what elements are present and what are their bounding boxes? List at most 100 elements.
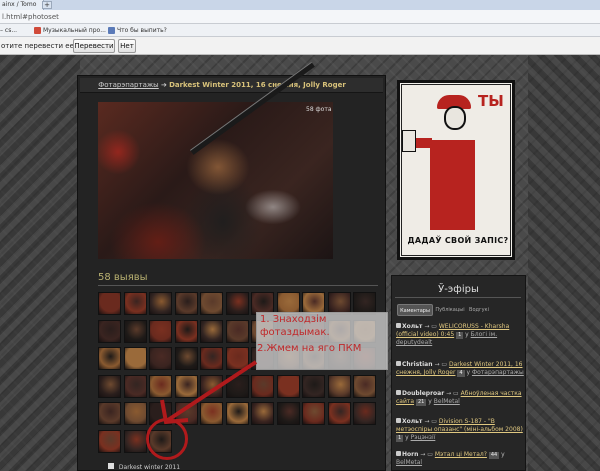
- entry-arrow: → ▭: [420, 451, 433, 458]
- comment-icon: [396, 390, 401, 395]
- entry-arrow: → ▭: [434, 361, 448, 368]
- entry-section-link[interactable]: Рэцэнзії: [411, 434, 436, 441]
- entry-comment-count: 1: [396, 435, 404, 442]
- divider: [395, 297, 521, 298]
- poster-caption: ДАДАЎ СВОЙ ЗАПІС?: [407, 236, 509, 245]
- sidebar-entry: Хольт → ▭ WELICORUSS - Kharsha (official…: [396, 323, 524, 347]
- sidebar-entry: Horn → ▭ Мэтал ці Метал? 44 у BelMetal: [396, 451, 524, 467]
- entry-topic-link[interactable]: Мэтал ці Метал?: [435, 451, 487, 458]
- annotation-circle: [146, 418, 188, 460]
- photo-thumbnail[interactable]: [98, 402, 121, 425]
- browser-tab[interactable]: ainx / Tomo: [0, 0, 44, 10]
- comment-icon: [396, 418, 401, 423]
- new-tab-button[interactable]: +: [42, 1, 52, 9]
- breadcrumb: Фотарэпарта­жы ➔ Darkest Winter 2011, 16…: [80, 78, 383, 93]
- photo-thumbnail[interactable]: [123, 429, 147, 453]
- bookmarks-bar: – cs... Музыкальный про... Что бы выпить…: [0, 24, 600, 37]
- poster-big-text: ТЫ: [478, 92, 504, 110]
- photo-thumbnail[interactable]: [123, 402, 147, 425]
- photo-thumbnail[interactable]: [174, 292, 198, 315]
- photo-thumbnail[interactable]: [98, 374, 121, 398]
- bookmark-label: Что бы выпить?: [117, 27, 167, 34]
- entry-section-link[interactable]: BelMetal: [396, 459, 422, 466]
- divider: [98, 285, 378, 286]
- entry-arrow: → ▭: [424, 418, 437, 425]
- bookmark-label: Музыкальный про...: [43, 27, 106, 34]
- photo-thumbnail[interactable]: [98, 347, 121, 370]
- translate-bar: отите перевести ее? Перевести Нет: [0, 37, 600, 55]
- left-decoration: [0, 55, 80, 471]
- address-bar[interactable]: l.html#photoset: [0, 10, 600, 24]
- page-icon: [108, 27, 115, 34]
- arrow-icon: ➔: [160, 81, 167, 89]
- poster-figure: [430, 140, 475, 230]
- bookmark-2[interactable]: Музыкальный про...: [34, 24, 106, 37]
- poster-hand: [402, 130, 416, 152]
- instruction-line-1: 1. Знаходзім: [260, 314, 327, 325]
- browser-tab-bar: ainx / Tomo +: [0, 0, 600, 10]
- entry-arrow: → ▭: [424, 323, 437, 330]
- checkbox-icon[interactable]: [108, 463, 114, 469]
- music-site-icon: [34, 27, 41, 34]
- photo-thumbnail[interactable]: [98, 429, 121, 453]
- sidebar-entry: Christian → ▭ Darkest Winter 2011, 16 сн…: [396, 361, 524, 377]
- photo-thumbnail[interactable]: [276, 402, 300, 425]
- bookmark-3[interactable]: Что бы выпить?: [108, 24, 167, 37]
- tab-publications[interactable]: Публікацыі: [434, 304, 466, 316]
- right-decoration: [528, 55, 600, 471]
- bookmark-label: – cs...: [0, 27, 18, 34]
- sidebar-entry: Хольт → ▭ Division S-187 - "В метэоспіры…: [396, 418, 524, 442]
- photo-thumbnail[interactable]: [327, 402, 351, 425]
- bookmark-1[interactable]: – cs...: [0, 24, 17, 37]
- photo-thumbnail[interactable]: [123, 319, 147, 343]
- photo-thumbnail[interactable]: [174, 319, 198, 343]
- entry-user[interactable]: Хольт: [402, 323, 422, 330]
- entry-user[interactable]: Хольт: [402, 418, 422, 425]
- photo-thumbnail[interactable]: [123, 374, 147, 398]
- entry-arrow: → ▭: [446, 390, 459, 397]
- entry-comment-count: 44: [488, 452, 500, 459]
- photo-thumbnail[interactable]: [302, 374, 325, 398]
- photo-thumbnail[interactable]: [225, 319, 249, 343]
- photo-thumbnail[interactable]: [149, 319, 172, 343]
- album-footer-label: Darkest winter 2011: [108, 463, 180, 471]
- photo-thumbnail[interactable]: [98, 292, 121, 315]
- entry-user[interactable]: Horn: [402, 451, 418, 458]
- photo-thumbnail[interactable]: [123, 292, 147, 315]
- entry-section-link[interactable]: BelMetal: [434, 398, 460, 405]
- no-button[interactable]: Нет: [118, 39, 136, 53]
- entry-comment-count: 1: [456, 332, 464, 339]
- entry-comment-count: 4: [457, 370, 465, 377]
- sidebar-title: Ў-эфіры: [438, 284, 479, 295]
- tab-comments[interactable]: Каментары: [397, 304, 433, 316]
- photo-thumbnail[interactable]: [200, 292, 223, 315]
- photo-thumbnail[interactable]: [149, 292, 172, 315]
- comment-icon: [396, 361, 401, 366]
- photo-thumbnail[interactable]: [123, 347, 147, 370]
- translate-button[interactable]: Перевести: [73, 39, 115, 53]
- photo-thumbnail[interactable]: [302, 402, 325, 425]
- main-photo[interactable]: [98, 102, 333, 259]
- tab-reviews[interactable]: Водгукі: [466, 304, 492, 316]
- comment-icon: [396, 451, 401, 456]
- photo-thumbnail[interactable]: [98, 319, 121, 343]
- breadcrumb-link-photoreports[interactable]: Фотарэпарта­жы: [98, 81, 158, 89]
- comment-icon: [396, 323, 401, 328]
- translate-question: отите перевести ее?: [1, 42, 78, 50]
- entry-user[interactable]: Doubleproar: [402, 390, 444, 397]
- photo-thumbnail[interactable]: [225, 292, 249, 315]
- photo-thumbnail[interactable]: [353, 374, 376, 398]
- entry-separator: у: [466, 369, 471, 376]
- entry-separator: у: [405, 434, 409, 441]
- album-title: Darkest Winter 2011, 16 снежня, Jolly Ro…: [169, 81, 346, 89]
- entry-section-link[interactable]: Фотарэпартажы: [472, 369, 524, 376]
- photo-thumbnail[interactable]: [200, 319, 223, 343]
- entry-separator: у: [501, 451, 505, 458]
- instruction-line-2: фотаздымак.: [260, 327, 330, 338]
- album-footer-text: Darkest winter 2011: [118, 464, 181, 471]
- entry-comment-count: 21: [415, 399, 427, 406]
- photo-thumbnail[interactable]: [276, 374, 300, 398]
- entry-user[interactable]: Christian: [402, 361, 433, 368]
- photo-thumbnail[interactable]: [353, 402, 376, 425]
- photo-thumbnail[interactable]: [327, 374, 351, 398]
